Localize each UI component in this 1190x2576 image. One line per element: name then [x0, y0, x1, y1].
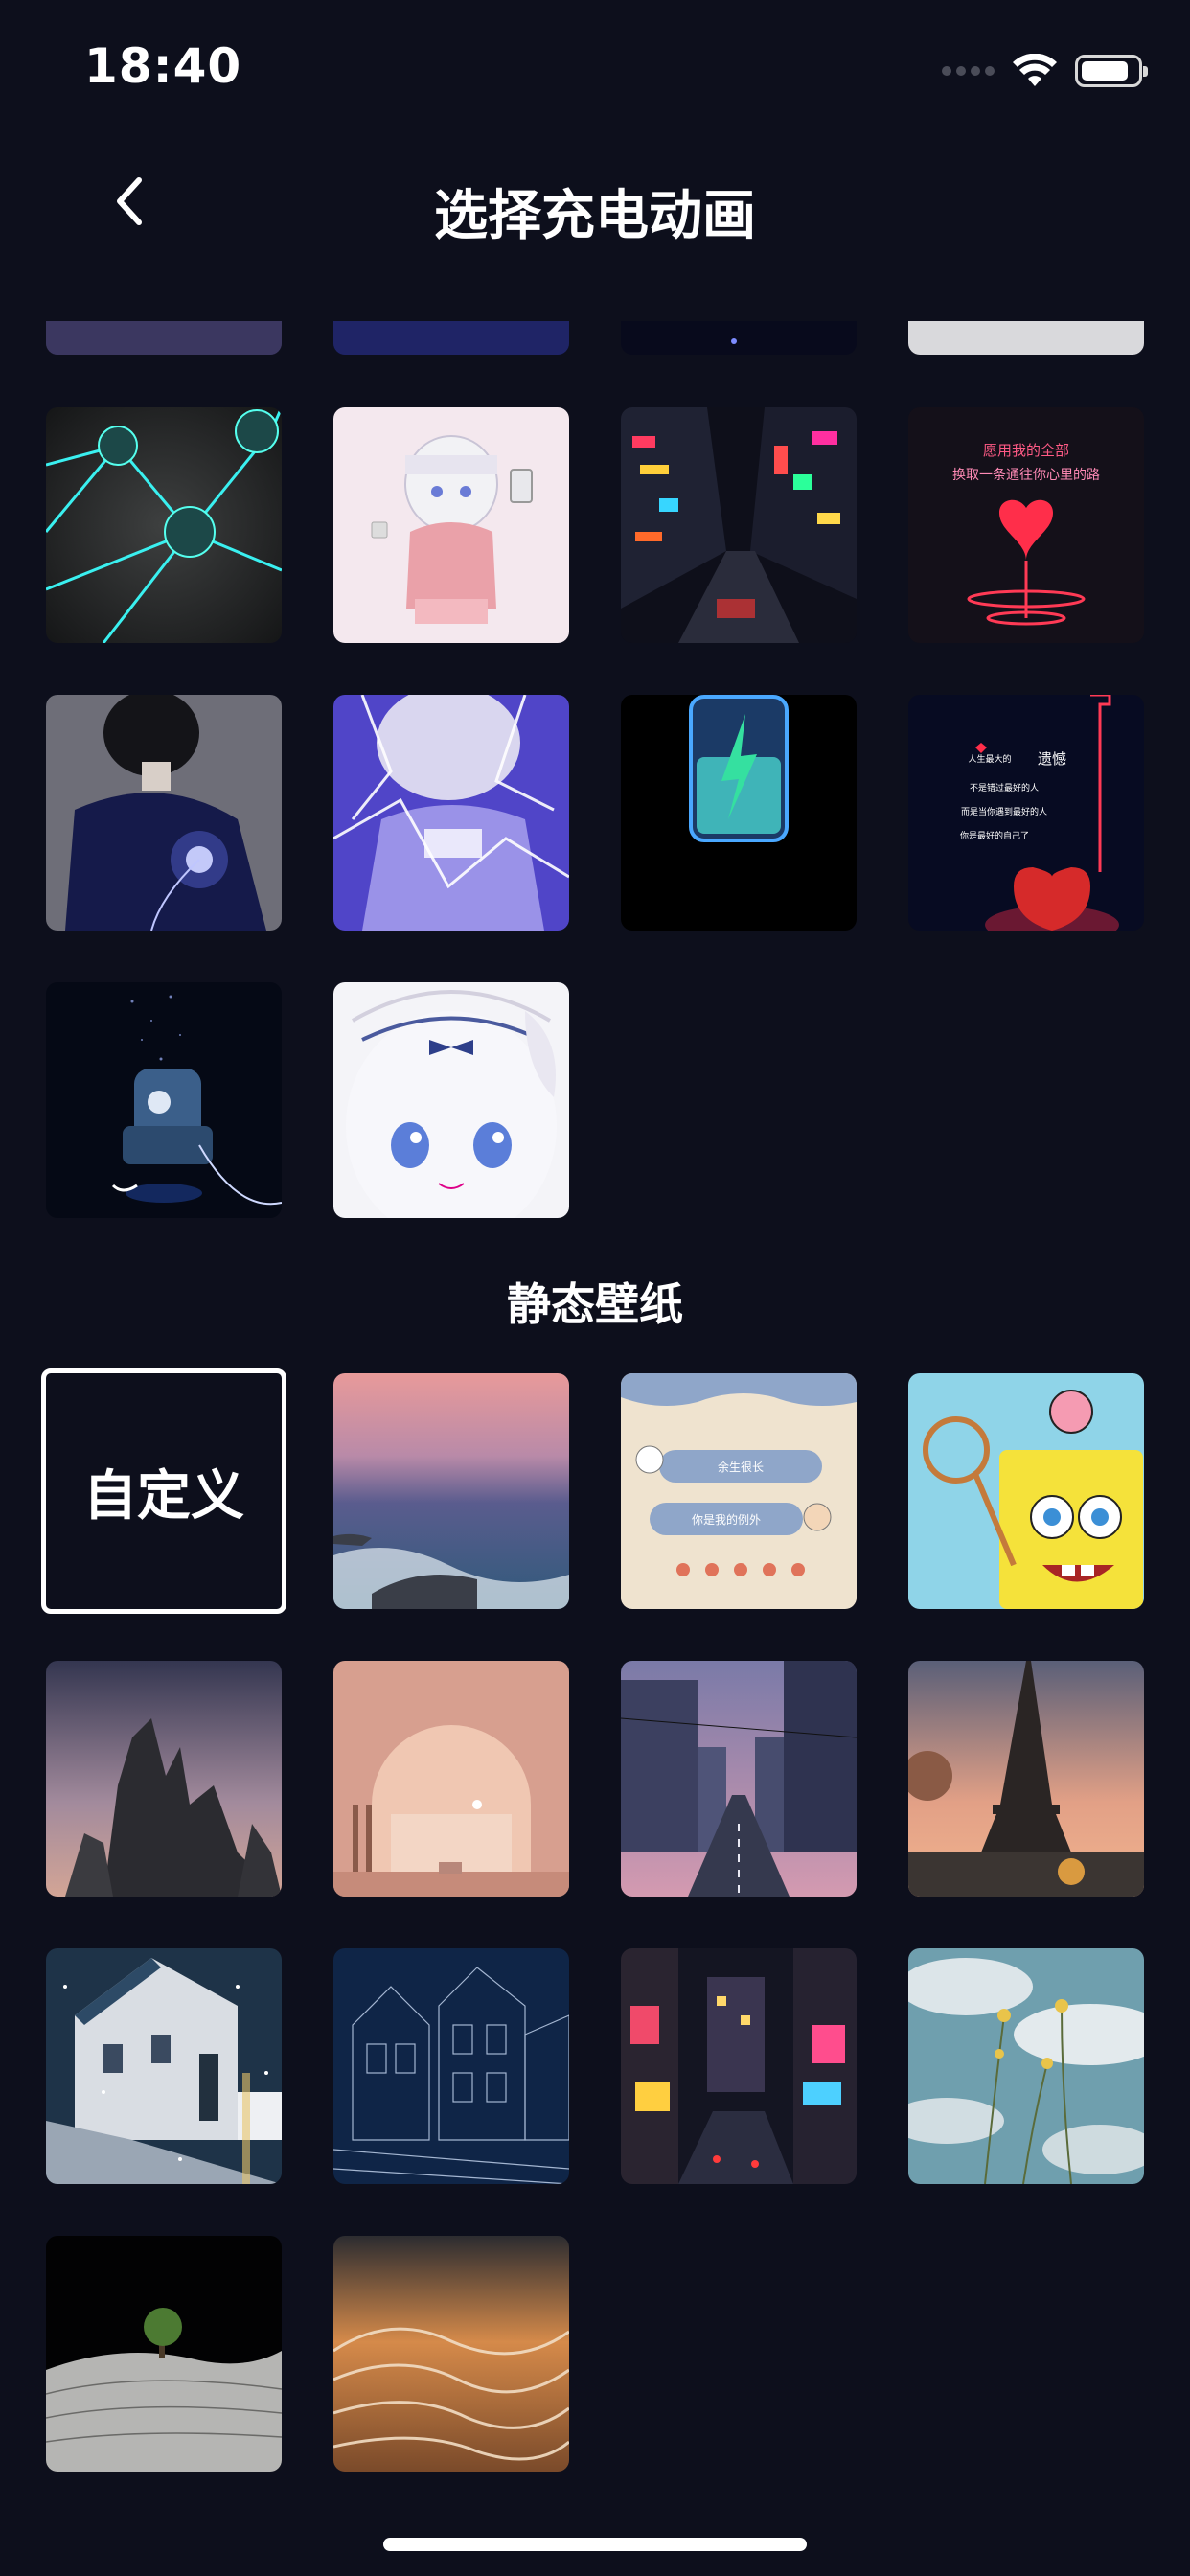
custom-wallpaper-button[interactable]: 自定义 — [41, 1368, 286, 1614]
animation-tile[interactable] — [46, 321, 282, 355]
svg-text:而是当你遇到最好的人: 而是当你遇到最好的人 — [961, 806, 1047, 817]
page-title: 选择充电动画 — [434, 185, 756, 247]
nav-bar: 选择充电动画 — [0, 144, 1190, 259]
svg-text:遗憾: 遗憾 — [1038, 750, 1066, 768]
animation-tile[interactable] — [333, 407, 569, 643]
wallpaper-tile[interactable] — [333, 2236, 569, 2472]
animation-tile[interactable] — [621, 407, 857, 643]
svg-text:不是错过最好的人: 不是错过最好的人 — [970, 782, 1039, 794]
signal-icon — [942, 66, 995, 76]
battery-icon — [1075, 55, 1148, 87]
svg-text:你是我的例外: 你是我的例外 — [692, 1512, 761, 1527]
wallpaper-tile[interactable] — [908, 1373, 1144, 1609]
svg-text:愿用我的全部: 愿用我的全部 — [983, 442, 1069, 459]
animation-tile[interactable] — [621, 695, 857, 931]
animation-tile[interactable] — [621, 321, 857, 355]
wallpaper-tile[interactable] — [621, 1948, 857, 2184]
animation-tile[interactable] — [46, 695, 282, 931]
wallpaper-tile[interactable] — [333, 1373, 569, 1609]
animation-tile[interactable] — [333, 982, 569, 1218]
content-scroll[interactable]: 愿用我的全部 换取一条通往你心里的路 人生最大的 遗憾 不是错过最好的人 而是当… — [0, 321, 1190, 2506]
custom-wallpaper-label: 自定义 — [83, 1464, 244, 1528]
home-indicator — [383, 2538, 807, 2551]
wallpaper-tile[interactable] — [908, 1948, 1144, 2184]
wallpaper-tile[interactable] — [621, 1661, 857, 1897]
animation-tile[interactable] — [908, 321, 1144, 355]
wallpaper-tile[interactable] — [46, 1661, 282, 1897]
animation-tile[interactable] — [333, 321, 569, 355]
wallpaper-tile[interactable]: 余生很长 你是我的例外 — [621, 1373, 857, 1609]
animation-tile[interactable] — [333, 695, 569, 931]
status-time: 18:40 — [84, 38, 242, 94]
screen: 18:40 选择充电动画 愿用我的全部 换取一条通往你心里的路 人生最大的 遗憾… — [0, 0, 1190, 2576]
section-title: 静态壁纸 — [507, 1278, 683, 1330]
wallpaper-tile[interactable] — [46, 1948, 282, 2184]
animation-tile[interactable]: 人生最大的 遗憾 不是错过最好的人 而是当你遇到最好的人 你是最好的自己了 — [908, 695, 1144, 931]
wallpaper-tile[interactable] — [908, 1661, 1144, 1897]
svg-text:余生很长: 余生很长 — [718, 1460, 764, 1474]
wallpaper-tile[interactable] — [333, 1948, 569, 2184]
svg-text:换取一条通往你心里的路: 换取一条通往你心里的路 — [952, 467, 1100, 483]
wifi-icon — [1013, 54, 1057, 86]
wallpaper-tile[interactable] — [46, 2236, 282, 2472]
animation-tile[interactable]: 愿用我的全部 换取一条通往你心里的路 — [908, 407, 1144, 643]
animation-tile[interactable] — [46, 407, 282, 643]
status-bar: 18:40 — [0, 0, 1190, 144]
wallpaper-tile[interactable] — [333, 1661, 569, 1897]
svg-text:人生最大的: 人生最大的 — [968, 753, 1011, 765]
animation-tile[interactable] — [46, 982, 282, 1218]
svg-text:你是最好的自己了: 你是最好的自己了 — [960, 830, 1029, 841]
status-icons — [942, 50, 1148, 92]
